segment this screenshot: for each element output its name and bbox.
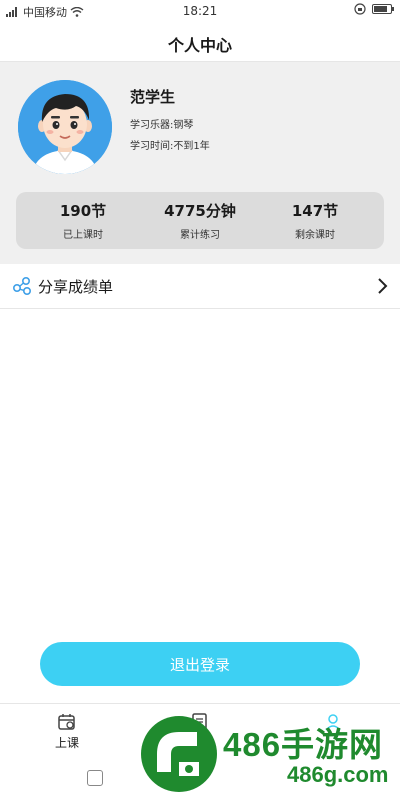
stat-label: 累计练习 — [180, 230, 220, 241]
battery-icon — [372, 4, 394, 14]
stat-value: 4775分钟 — [164, 202, 236, 220]
page-title: 个人中心 — [167, 36, 232, 55]
calendar-icon — [58, 714, 75, 730]
stats-card: 190节 已上课时 4775分钟 累计练习 147节 剩余课时 — [16, 192, 384, 249]
stat-value: 147节 — [291, 202, 339, 220]
instrument-info: 学习乐器:钢琴 — [130, 120, 194, 131]
boy-avatar-icon — [18, 80, 112, 174]
stat-value: 190节 — [59, 202, 107, 220]
logout-button[interactable]: 退出登录 — [40, 642, 360, 686]
battery-fill — [374, 6, 387, 12]
share-report-label: 分享成绩单 — [38, 278, 114, 296]
tab-class[interactable]: 上课 — [47, 712, 87, 751]
watermark: 486手游网 486g.com — [137, 712, 392, 798]
stat-practice-time: 4775分钟 累计练习 — [139, 200, 261, 241]
status-right — [354, 3, 394, 15]
share-report-row[interactable]: 分享成绩单 — [0, 264, 400, 309]
header: 个人中心 — [0, 22, 400, 62]
stat-lessons-taken: 190节 已上课时 — [22, 200, 144, 241]
study-time-info: 学习时间:不到1年 — [130, 141, 210, 152]
profile-section: 范学生 学习乐器:钢琴 学习时间:不到1年 190节 已上课时 4775分钟 累… — [0, 62, 400, 264]
stat-label: 剩余课时 — [295, 230, 335, 241]
status-bar: 中国移动 18:21 — [0, 0, 400, 22]
watermark-url: 486g.com — [287, 762, 389, 787]
rotation-lock-icon — [354, 3, 366, 15]
stat-lessons-remaining: 147节 剩余课时 — [254, 200, 376, 241]
avatar[interactable] — [18, 80, 112, 174]
student-name: 范学生 — [130, 88, 176, 106]
tab-label: 上课 — [54, 736, 79, 750]
chevron-right-icon — [378, 278, 388, 294]
recent-apps-button[interactable] — [87, 770, 103, 786]
share-icon — [12, 276, 32, 296]
watermark-logo — [141, 716, 217, 792]
status-time: 18:21 — [182, 4, 218, 18]
watermark-text: 486手游网 — [223, 726, 384, 763]
stat-label: 已上课时 — [63, 230, 103, 241]
